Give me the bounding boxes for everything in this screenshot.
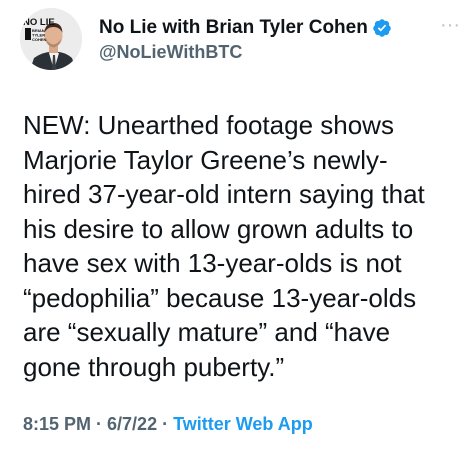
author-name-text[interactable]: No Lie with Brian Tyler Cohen [99, 17, 368, 39]
tweet-source-link[interactable]: Twitter Web App [173, 414, 313, 434]
avatar-image: NO LIE BRIAN TYLER COHEN [20, 8, 82, 70]
tweet-line: gone through puberty.” [23, 351, 285, 382]
tweet-date[interactable]: 6/7/22 [107, 414, 157, 434]
tweet-line: have sex with 13-year-olds is not [23, 248, 402, 278]
author-name[interactable]: No Lie with Brian Tyler Cohen [99, 17, 392, 39]
meta-separator: · [91, 414, 108, 434]
avatar-logo-line: COHEN [32, 37, 47, 42]
tweet-meta: 8:15 PM · 6/7/22 · Twitter Web App [23, 414, 313, 435]
tweet-line: hired 37-year-old intern saying that [23, 179, 425, 209]
tweet-text: NEW: Unearthed footage shows Marjorie Ta… [23, 108, 463, 384]
tweet-line: Marjorie Taylor Greene’s newly- [23, 144, 388, 175]
author-handle[interactable]: @NoLieWithBTC [99, 42, 242, 63]
tweet-time[interactable]: 8:15 PM [23, 414, 91, 434]
tweet-line: are “sexually mature” and “have [23, 317, 391, 347]
avatar[interactable]: NO LIE BRIAN TYLER COHEN [20, 8, 82, 70]
more-options-icon[interactable]: ··· [439, 15, 461, 35]
meta-separator: · [157, 414, 174, 434]
avatar-logo-title: NO LIE [23, 17, 55, 28]
tweet-line: NEW: Unearthed footage shows [23, 110, 394, 140]
tweet-line: his desire to allow grown adults to [23, 213, 414, 244]
tweet-card: NO LIE BRIAN TYLER COHEN No Lie with Bri… [0, 0, 475, 451]
verified-badge-icon [372, 18, 392, 38]
tweet-line: “pedophilia” because 13-year-olds [23, 282, 417, 313]
